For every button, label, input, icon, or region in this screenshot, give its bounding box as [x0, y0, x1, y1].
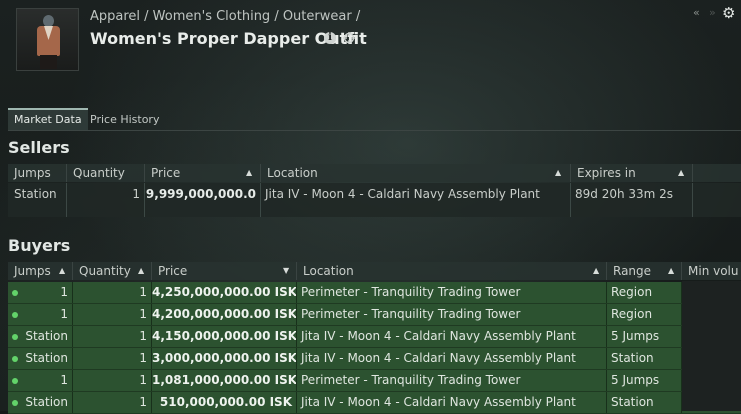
- cell-price: 510,000,000.00 ISK: [152, 392, 297, 413]
- sort-asc-icon: ▲: [59, 266, 66, 275]
- cell-quantity: 1: [73, 392, 152, 413]
- sort-asc-icon: ▲: [593, 266, 600, 275]
- cell-jumps: 1: [8, 304, 73, 325]
- cell-price: 1,081,000,000.00 ISK: [152, 370, 297, 391]
- info-icon[interactable]: i: [324, 32, 336, 44]
- tab-bar: Market Data Price History: [8, 108, 741, 131]
- cell-location[interactable]: Perimeter - Tranquility Trading Tower: [297, 304, 607, 325]
- cell-jumps: 1: [8, 282, 73, 303]
- cell-location[interactable]: Perimeter - Tranquility Trading Tower: [297, 282, 607, 303]
- table-row[interactable]: 1 1 4,250,000,000.00 ISK Perimeter - Tranqu…: [8, 282, 741, 304]
- tab-price-history[interactable]: Price History: [84, 110, 165, 130]
- item-thumbnail[interactable]: [16, 8, 79, 71]
- expand-icon[interactable]: »: [709, 6, 716, 19]
- cell-location[interactable]: Jita IV - Moon 4 - Caldari Navy Assembly…: [261, 183, 571, 217]
- cell-range: Station: [607, 348, 682, 369]
- cell-quantity: 1: [73, 370, 152, 391]
- cell-range: 5 Jumps: [607, 370, 682, 391]
- cell-jumps: Station: [8, 348, 73, 369]
- cell-jumps: Station: [8, 326, 73, 347]
- sellers-heading: Sellers: [8, 138, 70, 157]
- min-volume-column-shade: [682, 281, 741, 411]
- cell-location[interactable]: Jita IV - Moon 4 - Caldari Navy Assembly…: [297, 392, 607, 413]
- crosshair-icon[interactable]: [343, 32, 355, 44]
- cell-price: 4,200,000,000.00 ISK: [152, 304, 297, 325]
- tab-market-data[interactable]: Market Data: [8, 108, 88, 130]
- buyers-header: Jumps ▲ Quantity ▲ Price ▼ Location ▲ Ra…: [8, 262, 741, 280]
- col-expires[interactable]: Expires in: [571, 164, 693, 182]
- cell-range: 5 Jumps: [607, 326, 682, 347]
- table-row[interactable]: Station 1 9,999,000,000.0 Jita IV - Moon…: [8, 183, 741, 217]
- col-quantity[interactable]: Quantity: [67, 164, 145, 182]
- col-location[interactable]: Location: [297, 262, 607, 280]
- table-row[interactable]: Station 1 3,000,000,000.00 ISK Jita IV - Mo…: [8, 348, 741, 370]
- cell-location[interactable]: Jita IV - Moon 4 - Caldari Navy Assembly…: [297, 326, 607, 347]
- breadcrumb[interactable]: Apparel / Women's Clothing / Outerwear /: [90, 9, 360, 24]
- cell-quantity: 1: [73, 326, 152, 347]
- table-row[interactable]: 1 1 1,081,000,000.00 ISK Perimeter - Tranqu…: [8, 370, 741, 392]
- cell-location[interactable]: Jita IV - Moon 4 - Caldari Navy Assembly…: [297, 348, 607, 369]
- cell-quantity: 1: [73, 304, 152, 325]
- col-price[interactable]: Price: [152, 262, 297, 280]
- cell-range: Region: [607, 304, 682, 325]
- sort-asc-icon: ▲: [668, 266, 675, 275]
- sort-asc-icon: ▲: [138, 266, 145, 275]
- cell-expires: 89d 20h 33m 2s: [571, 183, 693, 217]
- col-price[interactable]: Price: [145, 164, 261, 182]
- cell-price: 4,250,000,000.00 ISK: [152, 282, 297, 303]
- col-jumps[interactable]: Jumps: [8, 164, 67, 182]
- cell-range: Region: [607, 282, 682, 303]
- collapse-icon[interactable]: «: [693, 6, 700, 19]
- cell-jumps: Station: [8, 183, 67, 217]
- sort-asc-icon: ▲: [678, 168, 685, 177]
- cell-quantity: 1: [73, 282, 152, 303]
- cell-jumps: 1: [8, 370, 73, 391]
- col-min-volume[interactable]: Min volu: [682, 262, 741, 280]
- buyers-heading: Buyers: [8, 236, 71, 255]
- col-location[interactable]: Location: [261, 164, 571, 182]
- cell-quantity: 1: [67, 183, 145, 217]
- cell-quantity: 1: [73, 348, 152, 369]
- cell-price: 9,999,000,000.0: [145, 183, 261, 217]
- sellers-header: Jumps Quantity Price ▲ Location ▲ Expire…: [8, 164, 741, 182]
- cell-location[interactable]: Perimeter - Tranquility Trading Tower: [297, 370, 607, 391]
- cell-range: Station: [607, 392, 682, 413]
- cell-jumps: Station: [8, 392, 73, 413]
- sort-asc-icon: ▲: [246, 168, 253, 177]
- gear-icon[interactable]: ⚙: [722, 4, 735, 22]
- sort-desc-icon: ▼: [283, 266, 290, 275]
- sort-asc-icon: ▲: [555, 168, 562, 177]
- table-row[interactable]: 1 1 4,200,000,000.00 ISK Perimeter - Tranqu…: [8, 304, 741, 326]
- cell-price: 3,000,000,000.00 ISK: [152, 348, 297, 369]
- table-row[interactable]: Station 1 4,150,000,000.00 ISK Jita IV - Mo…: [8, 326, 741, 348]
- cell-price: 4,150,000,000.00 ISK: [152, 326, 297, 347]
